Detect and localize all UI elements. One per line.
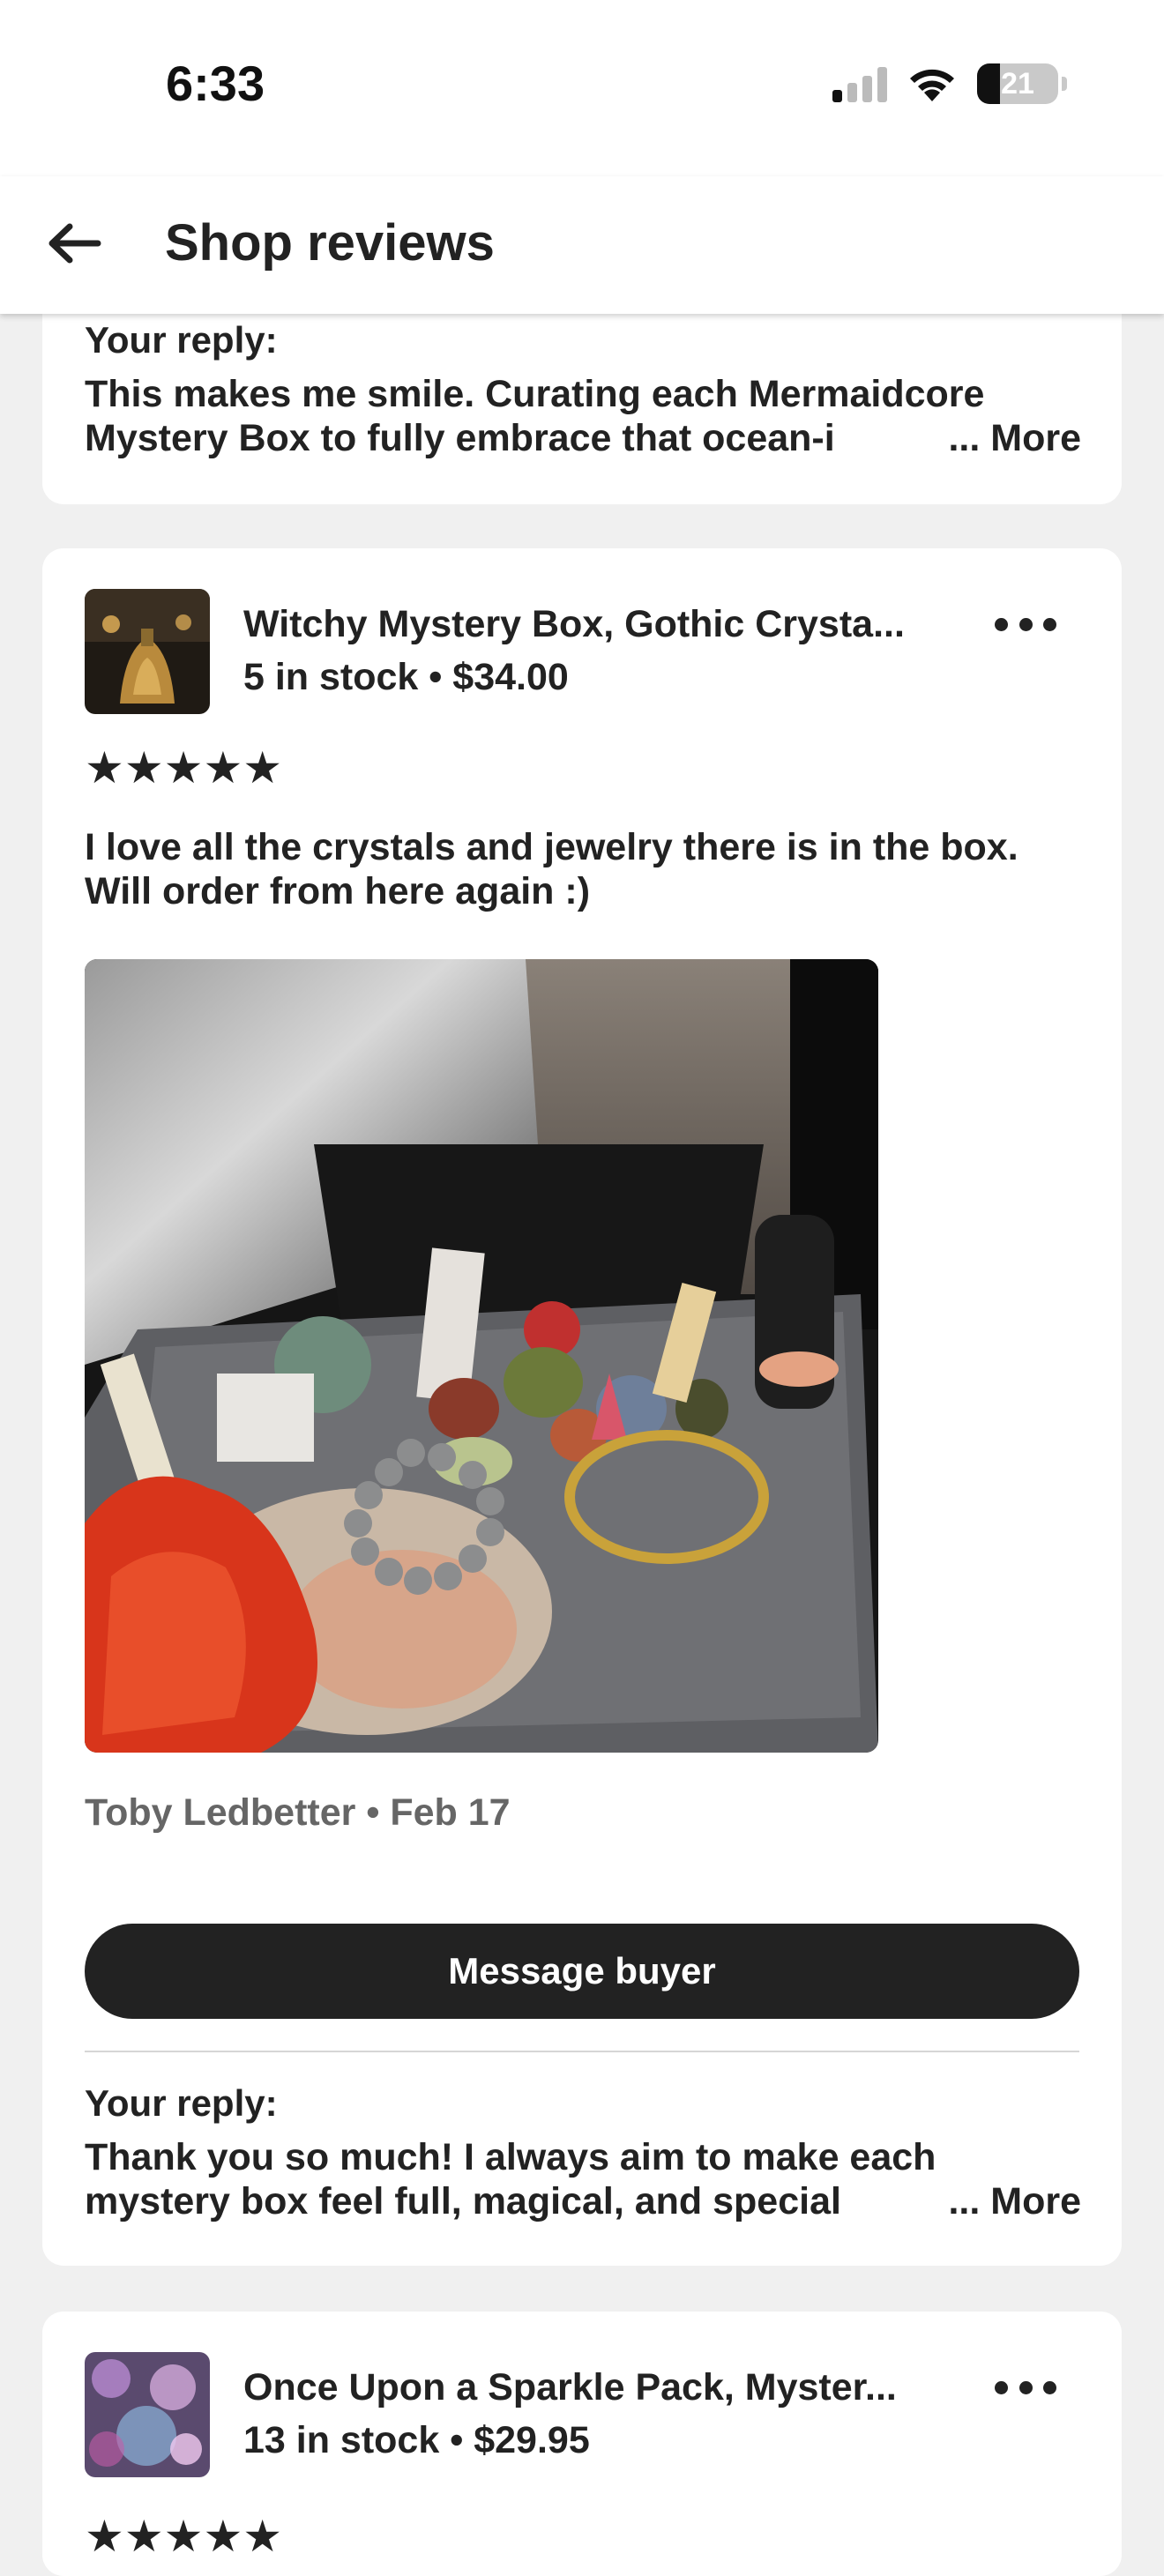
reviewer-byline: Toby Ledbetter • Feb 17 bbox=[85, 1791, 511, 1834]
listing-thumbnail[interactable] bbox=[85, 589, 210, 714]
reply-label: Your reply: bbox=[85, 319, 278, 361]
more-options-icon[interactable] bbox=[995, 2370, 1056, 2405]
review-card-next: Once Upon a Sparkle Pack, Myster... 13 i… bbox=[42, 2312, 1122, 2576]
status-time: 6:33 bbox=[166, 56, 265, 111]
battery-icon: 21 bbox=[977, 63, 1067, 104]
more-options-icon[interactable] bbox=[995, 607, 1056, 642]
more-link[interactable]: ... More bbox=[944, 2179, 1081, 2223]
arrow-left-icon bbox=[48, 223, 101, 264]
back-button[interactable] bbox=[39, 208, 109, 279]
review-photo[interactable] bbox=[85, 959, 878, 1753]
reply-label: Your reply: bbox=[85, 2082, 278, 2124]
listing-title[interactable]: Once Upon a Sparkle Pack, Myster... bbox=[243, 2366, 897, 2409]
star-rating: ★★★★★ bbox=[85, 2512, 283, 2561]
cellular-signal-icon bbox=[832, 65, 887, 102]
more-link[interactable]: ... More bbox=[944, 416, 1081, 460]
listing-stock-price: 13 in stock • $29.95 bbox=[243, 2419, 590, 2461]
reply-text: This makes me smile. Curating each Merma… bbox=[85, 373, 1081, 460]
listing-thumbnail[interactable] bbox=[85, 2352, 210, 2477]
review-text: I love all the crystals and jewelry ther… bbox=[85, 826, 1018, 912]
status-bar: 6:33 21 bbox=[0, 0, 1164, 176]
top-app-bar: Shop reviews bbox=[0, 176, 1164, 314]
battery-level: 21 bbox=[1001, 66, 1034, 101]
reply-text: Thank you so much! I always aim to make … bbox=[85, 2136, 1081, 2223]
status-icons: 21 bbox=[832, 62, 1067, 106]
listing-title[interactable]: Witchy Mystery Box, Gothic Crysta... bbox=[243, 603, 905, 646]
page-title: Shop reviews bbox=[165, 214, 495, 272]
listing-stock-price: 5 in stock • $34.00 bbox=[243, 656, 569, 698]
review-card: Witchy Mystery Box, Gothic Crysta... 5 i… bbox=[42, 548, 1122, 2266]
message-buyer-button[interactable]: Message buyer bbox=[85, 1924, 1079, 2019]
star-rating: ★★★★★ bbox=[85, 743, 283, 793]
wifi-icon bbox=[910, 69, 954, 101]
divider bbox=[85, 2051, 1079, 2052]
